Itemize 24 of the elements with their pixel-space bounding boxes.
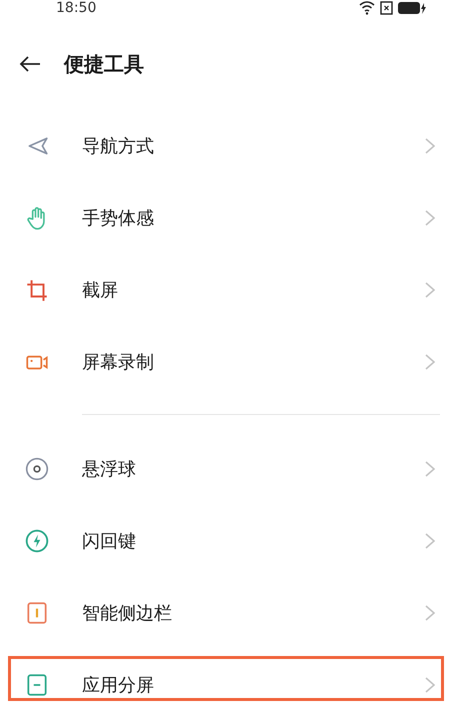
battery-charging-icon (398, 1, 426, 15)
page-title: 便捷工具 (64, 50, 144, 78)
setting-item[interactable]: 导航方式 (82, 134, 424, 158)
chevron-icon (424, 604, 436, 622)
lightning-icon (24, 528, 50, 554)
chevron-icon (424, 532, 436, 550)
setting-item[interactable]: 截屏 (82, 278, 424, 302)
setting-item[interactable]: 闪回键 (82, 529, 424, 553)
wifi-icon (359, 1, 375, 15)
chevron-icon (424, 209, 436, 227)
chevron-icon (424, 281, 436, 299)
sim-icon (380, 1, 393, 15)
status-time: 18:50 (56, 0, 96, 16)
chevron-icon (424, 353, 436, 371)
chevron-icon (424, 137, 436, 155)
floating-ball-icon (24, 456, 50, 482)
setting-item[interactable]: 应用分屏 (82, 673, 424, 697)
back-icon[interactable] (18, 54, 42, 74)
chevron-icon (424, 676, 436, 694)
setting-item[interactable]: 屏幕录制 (82, 350, 424, 374)
setting-item[interactable]: 智能侧边栏 (82, 601, 424, 625)
setting-item[interactable]: 手势体感 (82, 206, 424, 230)
setting-item[interactable]: 悬浮球 (82, 457, 424, 481)
chevron-icon (424, 460, 436, 478)
